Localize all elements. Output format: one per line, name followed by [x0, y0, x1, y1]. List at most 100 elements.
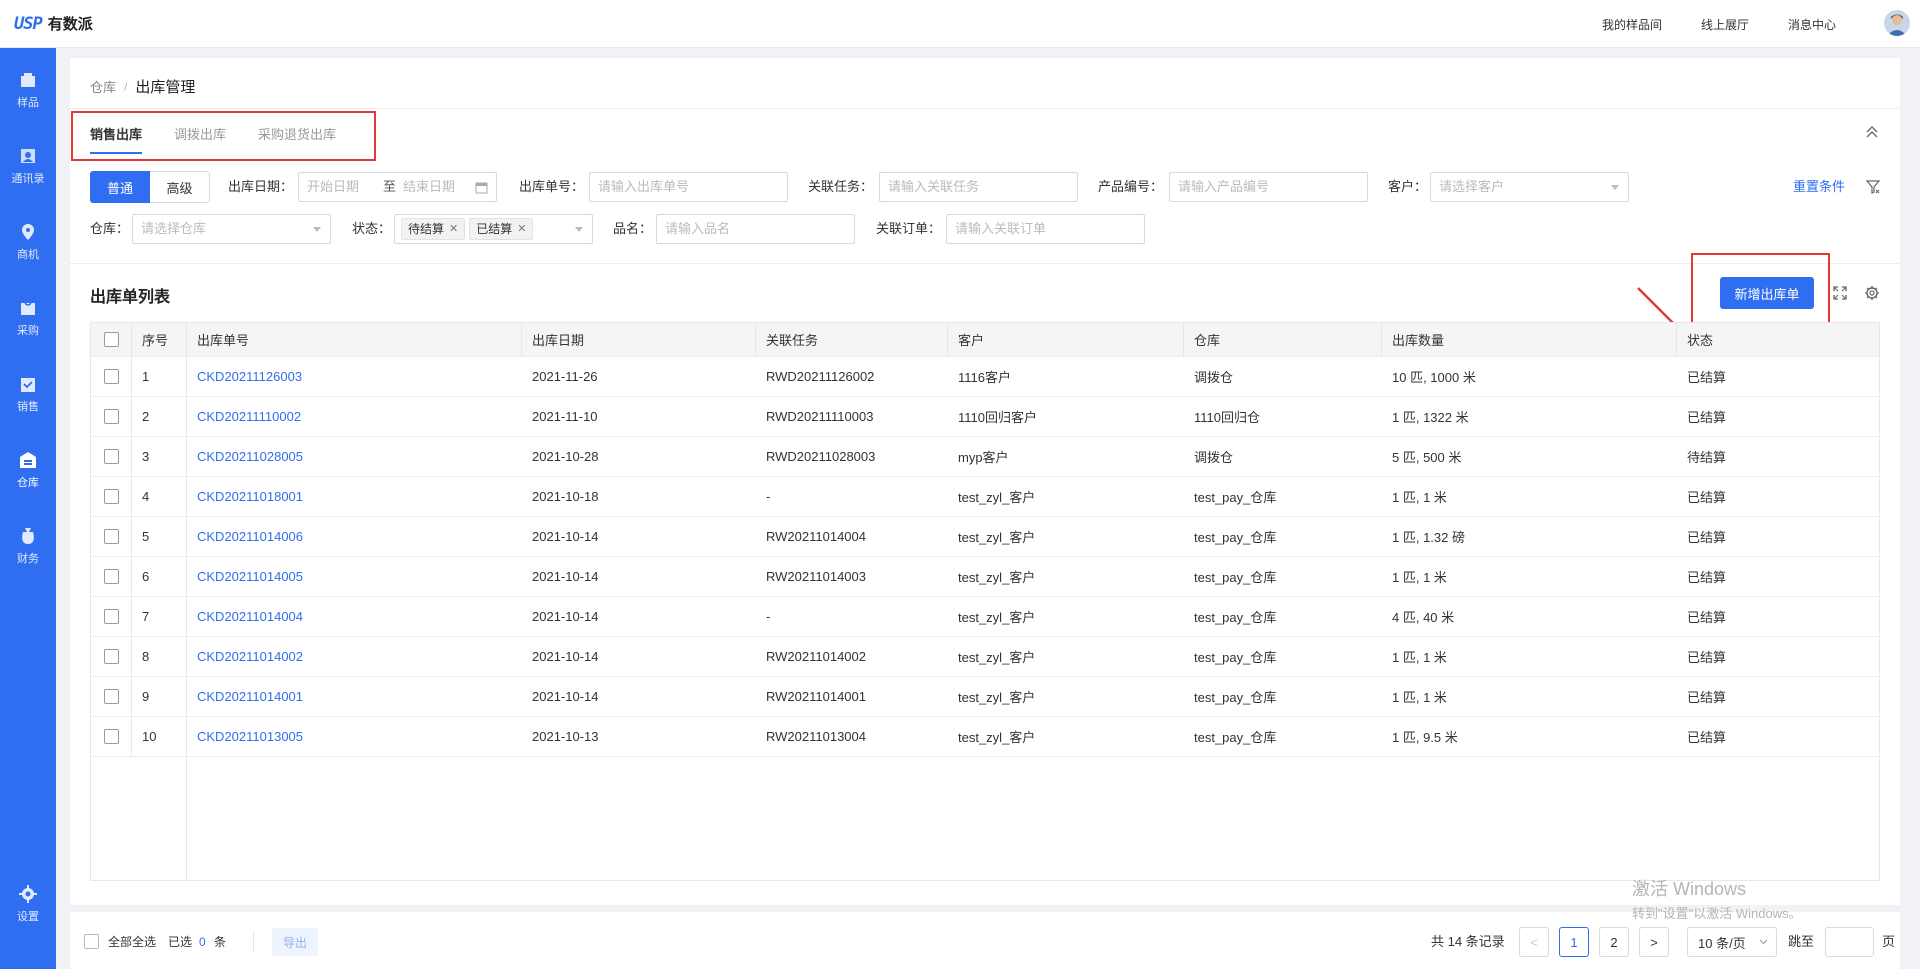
- name-input[interactable]: 请输入品名: [656, 214, 855, 244]
- sidebar-item-contacts[interactable]: 通讯录: [0, 134, 56, 198]
- task-input[interactable]: 请输入关联任务: [879, 172, 1078, 202]
- chevron-down-icon: [575, 227, 583, 232]
- sidebar-item-finance[interactable]: 财务: [0, 514, 56, 578]
- linked-task: RW20211013004: [766, 729, 866, 744]
- status-multiselect[interactable]: 待结算 ✕ 已结算 ✕: [394, 214, 593, 244]
- linked-order-input[interactable]: 请输入关联订单: [946, 214, 1145, 244]
- sidebar-item-sales[interactable]: 销售: [0, 362, 56, 426]
- close-icon[interactable]: ✕: [517, 219, 526, 239]
- customer-select[interactable]: 请选择客户: [1430, 172, 1629, 202]
- product-input[interactable]: 请输入产品编号: [1169, 172, 1368, 202]
- name-label: 品名：: [613, 221, 653, 236]
- linked-task: RW20211014001: [766, 689, 866, 704]
- order-no-link[interactable]: CKD20211126003: [187, 357, 302, 396]
- jump-page-input[interactable]: [1825, 927, 1874, 957]
- row-select-cell: [91, 597, 132, 636]
- new-outbound-order-button[interactable]: 新增出库单: [1720, 277, 1814, 309]
- status: 已结算: [1687, 370, 1727, 385]
- order-no-link[interactable]: CKD20211110002: [187, 397, 301, 436]
- filter-icon[interactable]: [1865, 179, 1881, 195]
- row-checkbox[interactable]: [104, 609, 119, 624]
- linked-order-label: 关联订单：: [876, 221, 942, 236]
- order-no-link[interactable]: CKD20211014006: [187, 517, 303, 556]
- page-2-button[interactable]: 2: [1599, 927, 1629, 957]
- page-1-button[interactable]: 1: [1559, 927, 1589, 957]
- row-checkbox[interactable]: [104, 409, 119, 424]
- date-range-picker[interactable]: 开始日期 至 结束日期: [298, 172, 497, 202]
- row-checkbox[interactable]: [104, 449, 119, 464]
- row-checkbox[interactable]: [104, 529, 119, 544]
- warehouse: 1110回归仓: [1194, 410, 1260, 425]
- row-checkbox[interactable]: [104, 369, 119, 384]
- order-no-link[interactable]: CKD20211013005: [187, 717, 303, 756]
- collapse-icon[interactable]: [1864, 124, 1880, 140]
- row-checkbox[interactable]: [104, 689, 119, 704]
- order-no-link[interactable]: CKD20211028005: [187, 437, 303, 476]
- column-header: 出库数量: [1392, 333, 1445, 348]
- sidebar-item-opportunity[interactable]: 商机: [0, 210, 56, 274]
- row-select-cell: [91, 357, 132, 396]
- close-icon[interactable]: ✕: [449, 219, 458, 239]
- select-all-checkbox[interactable]: [104, 332, 119, 347]
- quantity: 10 匹, 1000 米: [1392, 370, 1476, 385]
- fullscreen-icon[interactable]: [1832, 285, 1848, 301]
- row-checkbox[interactable]: [104, 569, 119, 584]
- top-link-online-showroom[interactable]: 线上展厅: [1701, 16, 1749, 33]
- order-no-input[interactable]: 请输入出库单号: [589, 172, 788, 202]
- reset-filters-link[interactable]: 重置条件: [1793, 172, 1845, 202]
- order-no-link[interactable]: CKD20211014001: [187, 677, 303, 716]
- prev-page-button[interactable]: <: [1519, 927, 1549, 957]
- sidebar-item-label: 财务: [17, 552, 39, 565]
- sidebar-item-settings[interactable]: 设置: [0, 872, 56, 936]
- top-link-sample-room[interactable]: 我的样品间: [1602, 16, 1662, 33]
- quantity: 1 匹, 1 米: [1392, 490, 1447, 505]
- warehouse-icon: [19, 451, 37, 469]
- avatar[interactable]: [1884, 10, 1910, 36]
- date-start-placeholder: 开始日期: [307, 179, 360, 194]
- row-select-cell: [91, 517, 132, 556]
- next-page-button[interactable]: >: [1639, 927, 1669, 957]
- row-checkbox[interactable]: [104, 649, 119, 664]
- chevron-down-icon: [1611, 185, 1619, 190]
- export-button[interactable]: 导出: [272, 928, 318, 956]
- column-divider: [1381, 323, 1382, 357]
- sidebar-item-sample[interactable]: 样品: [0, 58, 56, 122]
- top-link-message-center[interactable]: 消息中心: [1788, 16, 1836, 33]
- logo-text: 有数派: [47, 16, 93, 33]
- gear-icon[interactable]: [1864, 285, 1880, 301]
- row-index: 10: [142, 729, 157, 744]
- selected-count: 0: [199, 935, 206, 949]
- footer-bar: 全部全选 已选 0 条 导出 共 14 条记录 < 1 2 > 10 条/页 跳…: [70, 912, 1900, 969]
- sidebar-item-label: 设置: [17, 910, 39, 923]
- page-size-select[interactable]: 10 条/页: [1687, 927, 1777, 957]
- sidebar-item-warehouse[interactable]: 仓库: [0, 438, 56, 502]
- app-logo[interactable]: USP 有数派: [14, 13, 93, 34]
- row-checkbox[interactable]: [104, 489, 119, 504]
- order-no-link[interactable]: CKD20211014004: [187, 597, 303, 636]
- row-checkbox[interactable]: [104, 729, 119, 744]
- finance-icon: [19, 527, 37, 545]
- outbound-date: 2021-11-10: [532, 409, 598, 424]
- outbound-date: 2021-10-14: [532, 569, 599, 584]
- row-index: 5: [142, 529, 150, 544]
- order-no-link[interactable]: CKD20211014002: [187, 637, 303, 676]
- total-records: 共 14 条记录: [1431, 934, 1505, 949]
- selected-suffix: 条: [214, 935, 227, 949]
- order-no-link[interactable]: CKD20211018001: [187, 477, 303, 516]
- filter-mode-advanced-button[interactable]: 高级: [150, 171, 210, 203]
- status-tag: 待结算 ✕: [401, 218, 466, 240]
- column-header: 客户: [958, 333, 985, 348]
- breadcrumb-parent[interactable]: 仓库: [90, 77, 116, 96]
- linked-task: RW20211014003: [766, 569, 866, 584]
- customer: test_zyl_客户: [958, 610, 1036, 625]
- order-no-link[interactable]: CKD20211014005: [187, 557, 303, 596]
- sidebar-item-purchase[interactable]: 采购: [0, 286, 56, 350]
- column-header: 仓库: [1194, 333, 1221, 348]
- footer-select-all-checkbox[interactable]: [84, 934, 99, 949]
- warehouse-select[interactable]: 请选择仓库: [132, 214, 331, 244]
- status: 已结算: [1687, 570, 1727, 585]
- filter-mode-normal-button[interactable]: 普通: [90, 171, 150, 203]
- sidebar-item-label: 销售: [17, 400, 39, 413]
- sidebar-item-label: 样品: [17, 96, 39, 109]
- sidebar-item-label: 商机: [17, 248, 39, 261]
